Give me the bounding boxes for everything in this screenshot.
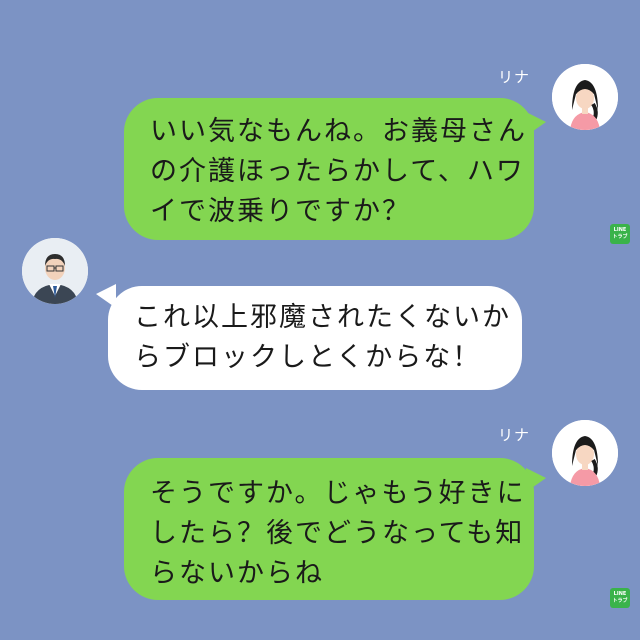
message-text-line: したら？後でどうなっても知 (150, 518, 525, 549)
message-text-line: らないからね (150, 558, 324, 589)
man-avatar-icon (22, 238, 88, 304)
message-text-line: らブロックしとくからな！ (134, 342, 482, 373)
chat-window: リナ いい気なもんね。お義母さん の介護ほったらかして、ハワ イで波乗りですか？… (0, 0, 640, 640)
avatar-rina[interactable] (552, 64, 618, 130)
linetrouble-watermark-logo: LINE トラブ (610, 224, 630, 244)
woman-avatar-icon (552, 64, 618, 130)
message-bubble-received[interactable]: これ以上邪魔されたくないか らブロックしとくからな！ (108, 286, 522, 390)
message-text-line: そうですか。じゃもう好きに (150, 478, 526, 509)
woman-avatar-icon (552, 420, 618, 486)
message-text-line: イで波乗りですか？ (150, 196, 411, 227)
avatar-man[interactable] (22, 238, 88, 304)
message-bubble-sent[interactable]: いい気なもんね。お義母さん の介護ほったらかして、ハワ イで波乗りですか？ (124, 98, 534, 240)
message-text-line: これ以上邪魔されたくないか (134, 302, 511, 333)
linetrouble-watermark-logo: LINE トラブ (610, 588, 630, 608)
message-text-line: いい気なもんね。お義母さん (150, 116, 527, 147)
message-text-line: の介護ほったらかして、ハワ (150, 156, 525, 187)
avatar-rina[interactable] (552, 420, 618, 486)
sender-name: リナ (498, 426, 531, 444)
sender-name: リナ (498, 68, 531, 86)
message-bubble-sent[interactable]: そうですか。じゃもう好きに したら？後でどうなっても知 らないからね (124, 458, 534, 600)
